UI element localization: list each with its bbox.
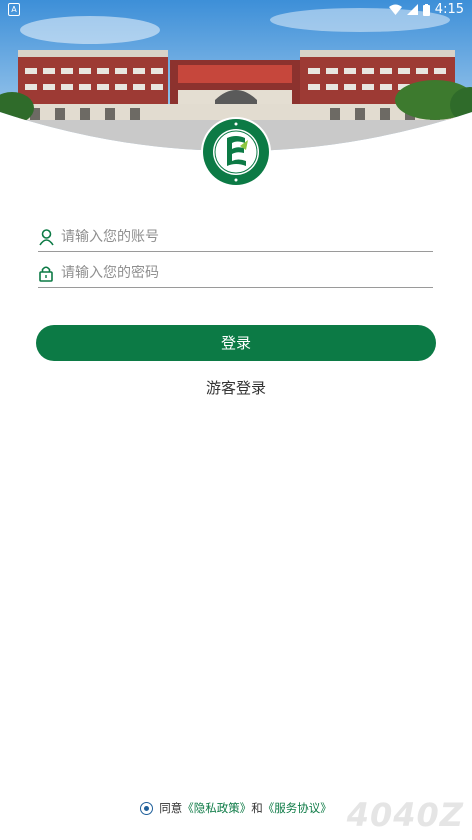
password-field	[38, 259, 433, 288]
agree-prefix: 同意	[159, 801, 183, 815]
status-time: 4:15	[434, 2, 464, 17]
battery-icon	[422, 3, 430, 16]
privacy-policy-link[interactable]: 《隐私政策》	[182, 800, 251, 816]
account-input[interactable]	[61, 229, 433, 245]
agree-radio[interactable]	[140, 801, 154, 815]
wifi-icon	[388, 4, 402, 15]
lock-icon	[39, 264, 55, 282]
status-bar: A 4:15	[0, 0, 472, 20]
password-input[interactable]	[61, 265, 433, 281]
login-button[interactable]: 登录	[36, 325, 436, 361]
account-field	[38, 223, 433, 252]
watermark-logo: 4040Z	[346, 796, 464, 834]
service-agreement-link[interactable]: 《服务协议》	[263, 800, 332, 816]
user-icon	[39, 228, 55, 246]
notification-icon: A	[8, 3, 20, 16]
signal-icon	[406, 4, 418, 15]
agree-and: 和	[251, 801, 263, 815]
guest-login-link[interactable]: 游客登录	[0, 377, 472, 398]
school-logo	[200, 116, 272, 188]
